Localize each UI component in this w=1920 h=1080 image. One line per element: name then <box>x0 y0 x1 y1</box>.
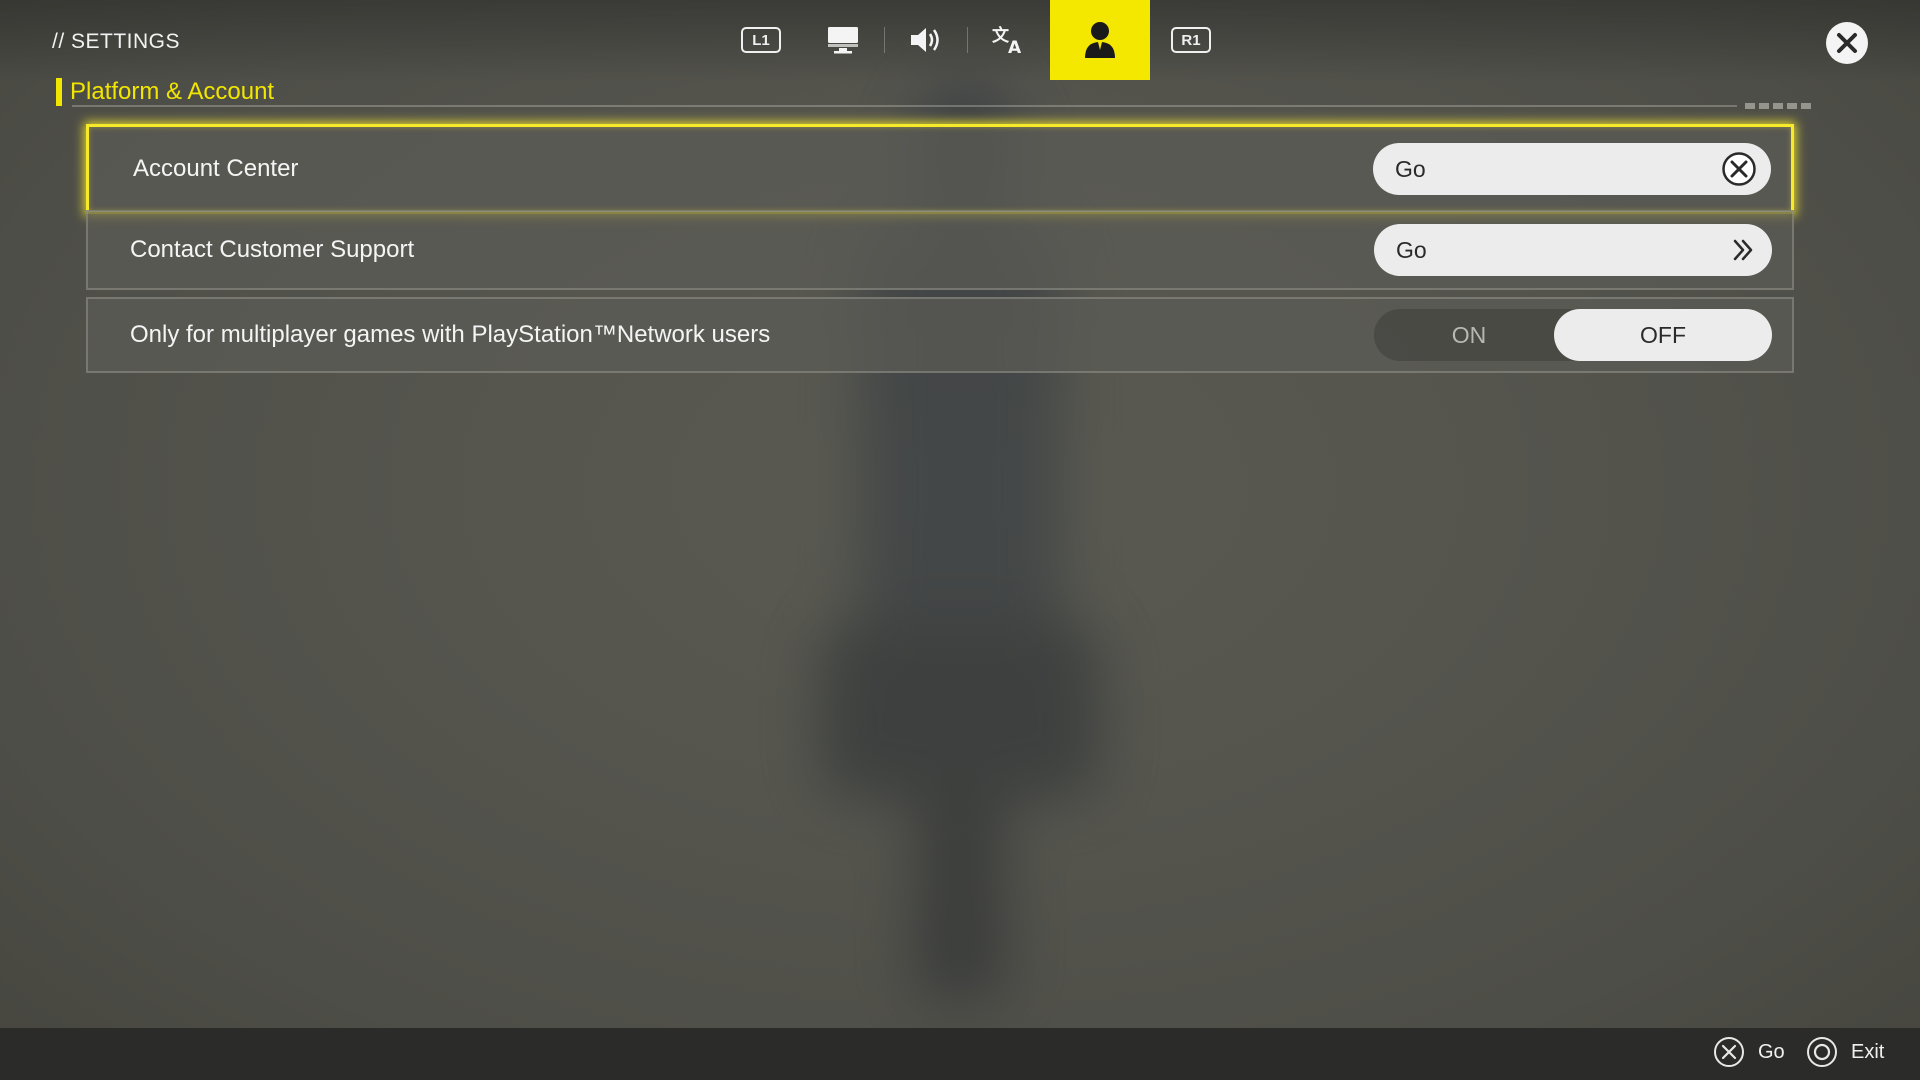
settings-row-psn-multiplayer[interactable]: Only for multiplayer games with PlayStat… <box>86 297 1794 373</box>
cross-button-icon <box>1714 1037 1744 1067</box>
settings-row-account-center[interactable]: Account Center Go <box>86 124 1794 214</box>
settings-row-contact-support[interactable]: Contact Customer Support Go <box>86 210 1794 290</box>
cross-button-icon <box>1721 151 1757 187</box>
go-hint[interactable]: Go <box>1714 1037 1785 1067</box>
account-icon <box>1085 22 1115 58</box>
close-icon <box>1837 33 1857 53</box>
l1-bumper-label: L1 <box>741 27 781 53</box>
r1-bumper-button[interactable]: R1 <box>1150 0 1232 80</box>
toggle-off-option-selected[interactable]: OFF <box>1554 309 1772 361</box>
section-divider <box>72 105 1737 107</box>
settings-tab-bar: L1 文 A R1 <box>720 0 1232 80</box>
exit-hint[interactable]: Exit <box>1807 1037 1884 1067</box>
contact-support-go-button[interactable]: Go <box>1374 224 1772 276</box>
psn-multiplayer-toggle[interactable]: ON OFF <box>1374 309 1772 361</box>
tab-language[interactable]: 文 A <box>968 0 1050 80</box>
settings-label: // SETTINGS <box>52 30 181 53</box>
close-settings-button[interactable] <box>1826 22 1868 64</box>
l1-bumper-button[interactable]: L1 <box>720 0 802 80</box>
go-button-label: Go <box>1395 155 1426 182</box>
toggle-on-option[interactable]: ON <box>1374 322 1564 349</box>
tab-platform-account[interactable] <box>1050 0 1150 80</box>
psn-multiplayer-label: Only for multiplayer games with PlayStat… <box>130 321 771 348</box>
account-center-go-button[interactable]: Go <box>1373 143 1771 195</box>
section-divider-decoration <box>1745 103 1815 109</box>
go-button-label: Go <box>1396 236 1427 263</box>
contact-support-label: Contact Customer Support <box>130 236 415 263</box>
speaker-icon <box>911 28 939 52</box>
tab-audio[interactable] <box>885 0 967 80</box>
display-icon <box>828 27 858 54</box>
section-header: Platform & Account <box>56 78 274 106</box>
section-title: Platform & Account <box>70 78 275 105</box>
svg-text:A: A <box>1008 38 1022 56</box>
account-center-label: Account Center <box>133 155 299 182</box>
tab-display[interactable] <box>802 0 884 80</box>
r1-bumper-label: R1 <box>1171 27 1211 53</box>
circle-button-icon <box>1807 1037 1837 1067</box>
language-icon: 文 A <box>992 25 1022 56</box>
bottom-hint-bar <box>0 1028 1920 1080</box>
exit-hint-label: Exit <box>1851 1040 1885 1063</box>
section-accent-bar <box>56 78 62 106</box>
go-hint-label: Go <box>1758 1040 1785 1063</box>
double-chevron-right-icon <box>1728 235 1758 265</box>
